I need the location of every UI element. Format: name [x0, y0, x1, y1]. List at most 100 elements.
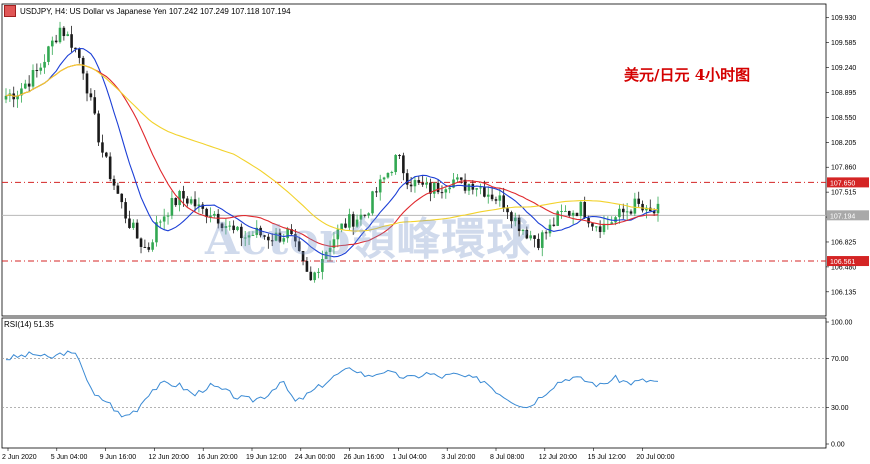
candle-body: [440, 192, 444, 194]
candle-body: [552, 224, 556, 226]
candle-body: [147, 247, 151, 250]
candle-body: [116, 185, 120, 194]
time-tick-label: 20 Jul 00:00: [636, 454, 674, 461]
candle-body: [579, 201, 583, 217]
candle-body: [39, 67, 43, 71]
candle-body: [182, 190, 185, 199]
candle-body: [467, 183, 471, 191]
candle-body: [135, 222, 139, 239]
candle-body: [317, 271, 320, 273]
candle-body: [97, 113, 100, 143]
candle-body: [54, 40, 58, 43]
candle-body: [594, 226, 598, 228]
watermark-logo: Actop領峰環球: [205, 214, 532, 265]
candle-body: [544, 232, 548, 234]
candle-body: [641, 203, 644, 211]
candle-body: [120, 193, 124, 203]
time-tick-label: 3 Jul 20:00: [441, 454, 475, 461]
candle-body: [139, 238, 143, 247]
candle-body: [540, 232, 544, 248]
price-pane-frame: [1, 3, 827, 317]
candle-body: [193, 199, 197, 207]
candle-body: [186, 198, 189, 204]
time-tick-label: 12 Jul 20:00: [539, 454, 577, 461]
candle-body: [309, 271, 313, 281]
candle-body: [591, 223, 594, 227]
candle-body: [166, 215, 170, 217]
candle-body: [402, 155, 405, 174]
time-tick-label: 16 Jun 20:00: [197, 454, 238, 461]
candle-body: [560, 210, 563, 212]
chart-annotation-title: 美元/日元 4小时图: [624, 66, 751, 84]
price-tick-label: 109.240: [831, 65, 856, 72]
candle-body: [93, 97, 97, 114]
candle-body: [456, 177, 459, 180]
time-tick-label: 19 Jun 12:00: [246, 454, 287, 461]
time-tick-label: 9 Jun 16:00: [100, 454, 137, 461]
symbol-header: USDJPY, H4: US Dollar vs Japanese Yen 10…: [4, 4, 291, 18]
candle-body: [425, 182, 428, 185]
price-tick-label: 109.585: [831, 40, 856, 47]
candle-body: [35, 70, 39, 72]
candle-body: [390, 172, 394, 174]
time-tick-label: 8 Jul 08:00: [490, 454, 524, 461]
candle-body: [31, 70, 35, 87]
candle-body: [483, 187, 486, 197]
candle-body: [386, 172, 390, 178]
candle-body: [637, 198, 641, 204]
candle-body: [89, 93, 93, 98]
candle-body: [170, 198, 174, 216]
candle-body: [571, 212, 575, 216]
candle-body: [548, 224, 552, 234]
candle-body: [598, 226, 602, 233]
candle-body: [567, 210, 571, 216]
candle-body: [66, 34, 70, 37]
rsi-pane-frame: [1, 317, 827, 449]
candle-body: [151, 242, 154, 250]
rsi-tick-label: 100.00: [831, 320, 853, 327]
candle-body: [444, 189, 448, 193]
candle-body: [621, 208, 625, 213]
candle-body: [656, 203, 660, 214]
candle-body: [409, 184, 413, 187]
candle-body: [43, 61, 46, 68]
candle-body: [537, 238, 540, 248]
candle-body: [629, 211, 633, 214]
candle-body: [618, 208, 621, 218]
candle-body: [436, 182, 440, 193]
candle-body: [448, 187, 451, 190]
level-price-label: 107.650: [830, 180, 855, 187]
candle-body: [132, 222, 135, 228]
candle-body: [575, 212, 579, 217]
candle-body: [112, 178, 116, 186]
candle-body: [417, 180, 421, 183]
candle-body: [459, 177, 463, 180]
candle-body: [47, 46, 50, 62]
candle-body: [78, 49, 81, 58]
candle-body: [159, 221, 162, 223]
time-tick-label: 5 Jun 04:00: [51, 454, 88, 461]
symbol-text: USDJPY, H4: US Dollar vs Japanese Yen 10…: [20, 6, 291, 16]
candle-body: [189, 199, 193, 204]
candle-body: [382, 177, 386, 180]
candle-body: [27, 83, 31, 87]
candle-body: [313, 272, 316, 281]
price-tick-label: 108.895: [831, 90, 856, 97]
candle-body: [494, 199, 498, 201]
level-price-label: 106.561: [830, 259, 855, 266]
price-tick-label: 106.825: [831, 239, 856, 246]
time-tick-label: 15 Jul 12:00: [588, 454, 626, 461]
candle-body: [375, 191, 378, 193]
candle-body: [70, 34, 73, 48]
candle-body: [162, 216, 166, 222]
candle-body: [413, 180, 417, 187]
price-tick-label: 108.550: [831, 115, 856, 122]
candle-body: [128, 218, 131, 228]
candle-body: [101, 142, 104, 153]
time-tick-label: 1 Jul 04:00: [392, 454, 426, 461]
candle-body: [4, 95, 8, 100]
candle-body: [62, 27, 66, 37]
candle-body: [533, 235, 536, 239]
candle-body: [602, 223, 606, 233]
candle-body: [378, 179, 382, 193]
